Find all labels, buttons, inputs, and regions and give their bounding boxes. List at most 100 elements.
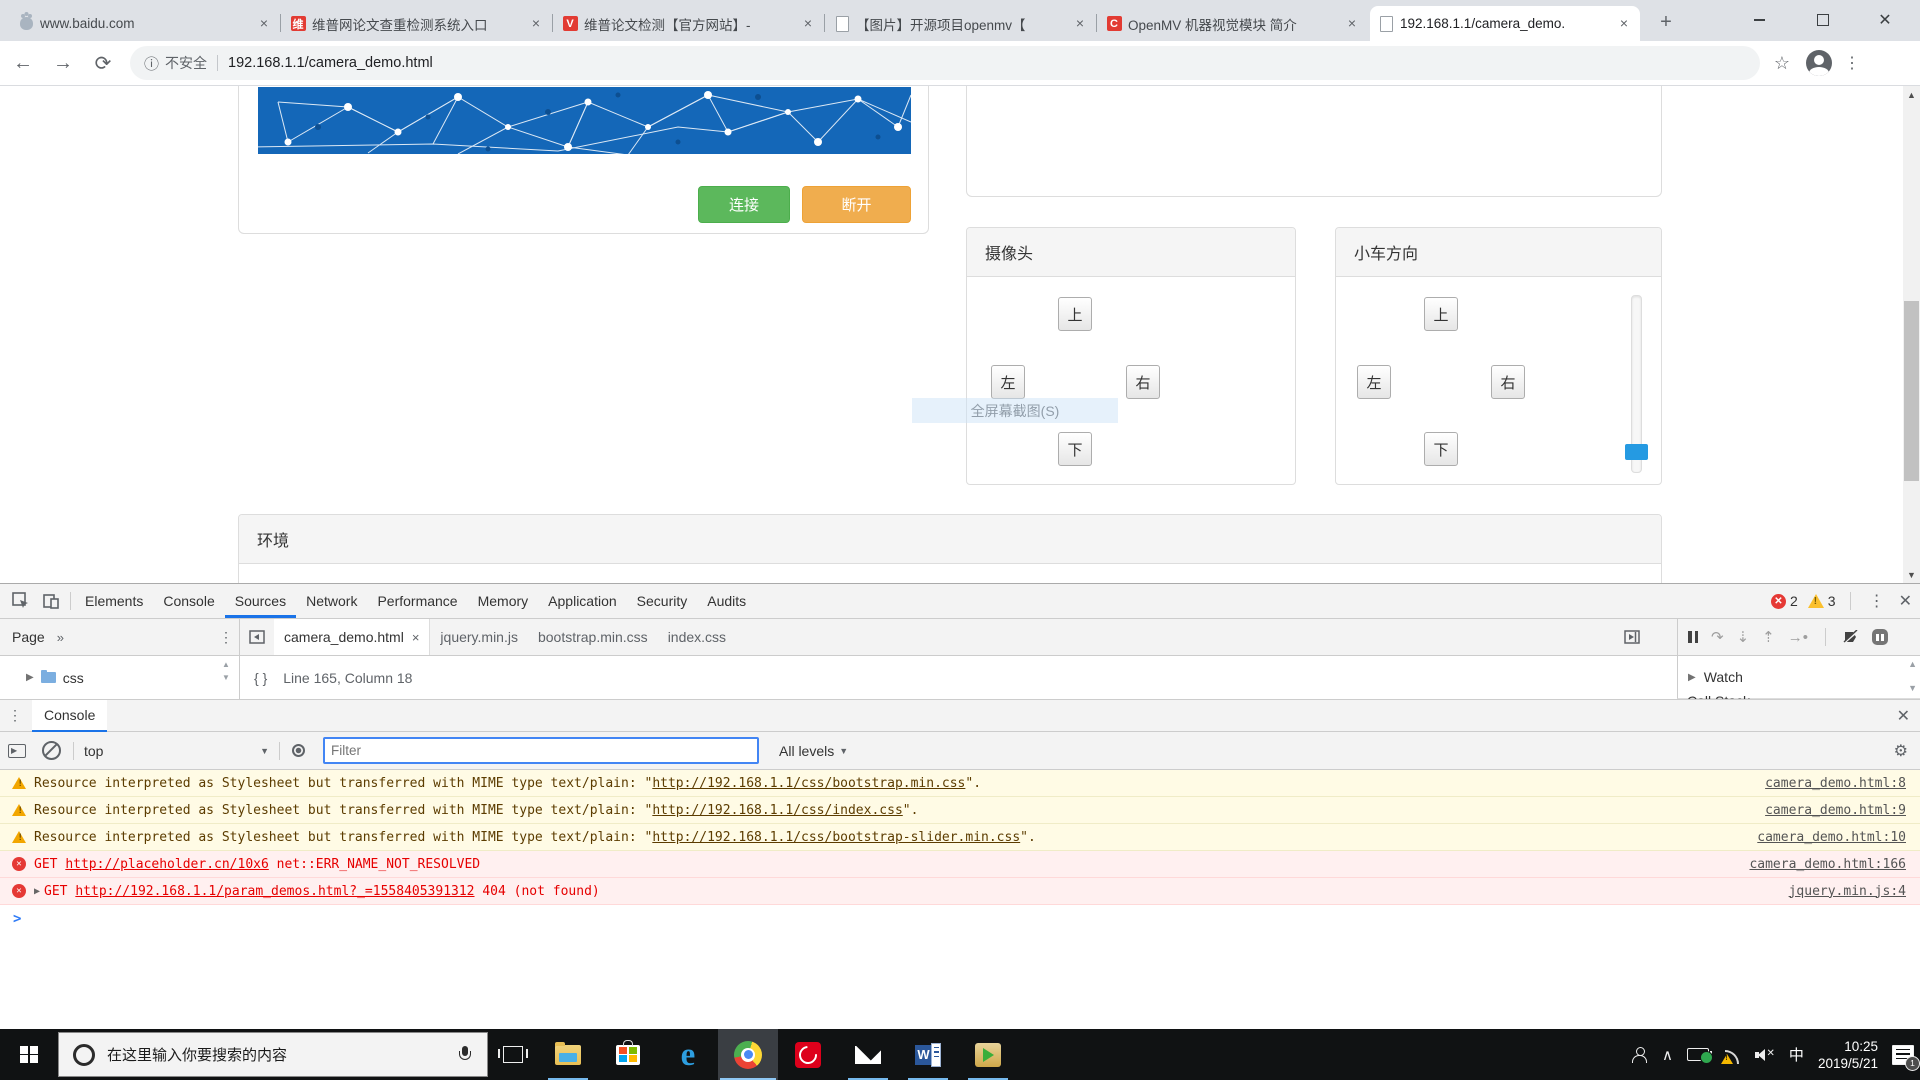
tab-close-icon[interactable]: × xyxy=(256,15,272,32)
navigator-scroll-spinner[interactable]: ▲ ▼ xyxy=(222,660,230,682)
console-sidebar-icon[interactable]: ▶ xyxy=(8,743,26,758)
resource-url-link[interactable]: http://192.168.1.1/css/index.css xyxy=(652,803,902,818)
devtools-tab-elements[interactable]: Elements xyxy=(75,584,153,618)
tab-openmv-doc[interactable]: C OpenMV 机器视觉模块 简介 × xyxy=(1098,6,1368,41)
file-tab-jquery[interactable]: jquery.min.js xyxy=(430,619,528,655)
tab-camera-demo-active[interactable]: 192.168.1.1/camera_demo. × xyxy=(1370,6,1640,41)
request-url-link[interactable]: http://192.168.1.1/param_demos.html?_=15… xyxy=(75,884,474,899)
tab-openmv-tieba[interactable]: 【图片】开源项目openmv【 × xyxy=(826,6,1097,41)
taskbar-word[interactable]: W xyxy=(898,1029,958,1080)
ime-indicator[interactable]: 中 xyxy=(1789,1044,1804,1065)
car-right-button[interactable]: 右 xyxy=(1491,365,1525,399)
source-location-link[interactable]: camera_demo.html:8 xyxy=(1765,776,1906,791)
sidebar-scroll-spinner[interactable]: ▲ ▼ xyxy=(1908,659,1917,693)
warning-count-badge[interactable]: 3 xyxy=(1807,593,1836,609)
tab-weipu-check[interactable]: 维 维普网论文查重检测系统入口 × xyxy=(282,6,553,41)
tab-weipu-official[interactable]: V 维普论文检测【官方网站】- × xyxy=(554,6,825,41)
microphone-icon[interactable] xyxy=(459,1046,471,1063)
resource-url-link[interactable]: http://192.168.1.1/css/bootstrap-slider.… xyxy=(652,830,1020,845)
scroll-down-icon[interactable]: ▼ xyxy=(1903,566,1920,583)
devtools-tab-memory[interactable]: Memory xyxy=(468,584,539,618)
speed-slider-handle[interactable] xyxy=(1625,444,1648,460)
context-selector[interactable]: top ▼ xyxy=(84,743,269,759)
device-toolbar-icon[interactable] xyxy=(36,588,66,614)
more-tabs-chevron[interactable]: » xyxy=(57,630,64,645)
taskbar-search-box[interactable]: 在这里输入你要搜索的内容 xyxy=(58,1032,488,1077)
devtools-tab-performance[interactable]: Performance xyxy=(367,584,467,618)
tree-expand-icon[interactable]: ▶ xyxy=(26,672,34,683)
live-expression-icon[interactable] xyxy=(292,744,305,757)
reload-button[interactable]: ⟳ xyxy=(86,46,120,80)
url-text[interactable]: 192.168.1.1/camera_demo.html xyxy=(228,55,433,71)
drawer-close-icon[interactable]: ✕ xyxy=(1897,706,1910,726)
camera-up-button[interactable]: 上 xyxy=(1058,297,1092,331)
devtools-menu-icon[interactable]: ⋮ xyxy=(1865,591,1889,611)
deactivate-breakpoints-icon[interactable] xyxy=(1843,630,1859,644)
disconnect-button[interactable]: 断开 xyxy=(802,186,911,223)
scrollbar-thumb[interactable] xyxy=(1904,301,1919,481)
error-count-badge[interactable]: ✕ 2 xyxy=(1771,593,1798,609)
address-bar[interactable]: ⓘ 不安全 192.168.1.1/camera_demo.html xyxy=(130,46,1760,80)
taskbar-mail[interactable] xyxy=(838,1029,898,1080)
devtools-close-icon[interactable]: ✕ xyxy=(1899,591,1912,611)
taskbar-edge[interactable]: e xyxy=(658,1029,718,1080)
action-center-icon[interactable]: 1 xyxy=(1892,1044,1920,1071)
profile-avatar[interactable] xyxy=(1806,50,1832,76)
tab-close-icon[interactable]: × xyxy=(1072,15,1088,32)
window-maximize-button[interactable] xyxy=(1800,0,1846,40)
console-filter-input[interactable] xyxy=(323,737,759,764)
tab-close-icon[interactable]: × xyxy=(528,15,544,32)
tab-close-icon[interactable]: × xyxy=(1616,15,1632,32)
clear-console-icon[interactable] xyxy=(42,741,61,760)
toggle-navigator-icon[interactable] xyxy=(246,628,268,646)
taskbar-netease-music[interactable] xyxy=(778,1029,838,1080)
tab-baidu[interactable]: www.baidu.com × xyxy=(10,6,281,41)
people-icon[interactable] xyxy=(1631,1046,1648,1063)
wifi-warning-icon[interactable] xyxy=(1720,1048,1741,1064)
new-tab-button[interactable]: + xyxy=(1652,9,1680,37)
show-debugger-sidebar-icon[interactable] xyxy=(1621,628,1643,646)
resource-url-link[interactable]: http://192.168.1.1/css/bootstrap.min.css xyxy=(652,776,965,791)
drawer-menu-icon[interactable]: ⋮ xyxy=(8,707,22,724)
file-tab-camera-demo[interactable]: camera_demo.html × xyxy=(274,619,431,655)
scroll-up-icon[interactable]: ▲ xyxy=(1903,86,1920,103)
devtools-tab-security[interactable]: Security xyxy=(627,584,698,618)
start-button[interactable] xyxy=(0,1029,58,1080)
taskbar-chrome[interactable] xyxy=(718,1029,778,1080)
console-prompt[interactable]: > xyxy=(0,905,1920,932)
step-out-icon[interactable]: ⇡ xyxy=(1762,628,1775,646)
inspect-element-icon[interactable] xyxy=(6,588,36,614)
step-into-icon[interactable]: ⇣ xyxy=(1737,628,1750,646)
watch-expand-icon[interactable]: ▶ xyxy=(1688,672,1696,683)
hidden-icons-chevron[interactable]: ∧ xyxy=(1662,1046,1673,1064)
drawer-tab-console[interactable]: Console xyxy=(32,699,108,732)
window-close-button[interactable]: ✕ xyxy=(1862,0,1908,40)
tree-item-css[interactable]: css xyxy=(63,670,84,686)
task-view-button[interactable] xyxy=(488,1029,538,1080)
devtools-tab-network[interactable]: Network xyxy=(296,584,367,618)
pause-script-icon[interactable] xyxy=(1688,631,1698,643)
pretty-print-icon[interactable]: { } xyxy=(254,670,267,686)
file-tab-close-icon[interactable]: × xyxy=(412,630,420,645)
log-levels-selector[interactable]: All levels ▼ xyxy=(779,743,848,759)
navigator-tab-page[interactable]: Page xyxy=(0,629,57,645)
source-location-link[interactable]: jquery.min.js:4 xyxy=(1789,884,1906,899)
source-location-link[interactable]: camera_demo.html:166 xyxy=(1749,857,1906,872)
camera-right-button[interactable]: 右 xyxy=(1126,365,1160,399)
window-minimize-button[interactable] xyxy=(1736,0,1782,40)
console-settings-gear-icon[interactable]: ⚙ xyxy=(1894,741,1908,761)
file-tab-bootstrap-css[interactable]: bootstrap.min.css xyxy=(528,619,658,655)
devtools-tab-application[interactable]: Application xyxy=(538,584,627,618)
devtools-tab-console[interactable]: Console xyxy=(153,584,224,618)
tab-close-icon[interactable]: × xyxy=(1344,15,1360,32)
browser-menu-icon[interactable]: ⋮ xyxy=(1840,53,1864,73)
back-button[interactable]: ← xyxy=(6,46,40,80)
taskbar-file-explorer[interactable] xyxy=(538,1029,598,1080)
security-label[interactable]: 不安全 xyxy=(165,53,207,73)
navigator-menu-icon[interactable]: ⋮ xyxy=(219,629,233,646)
file-tab-index-css[interactable]: index.css xyxy=(658,619,736,655)
taskbar-microsoft-store[interactable] xyxy=(598,1029,658,1080)
forward-button[interactable]: → xyxy=(46,46,80,80)
volume-muted-icon[interactable]: ✕ xyxy=(1754,1048,1775,1062)
step-over-icon[interactable]: ↷ xyxy=(1711,628,1724,646)
